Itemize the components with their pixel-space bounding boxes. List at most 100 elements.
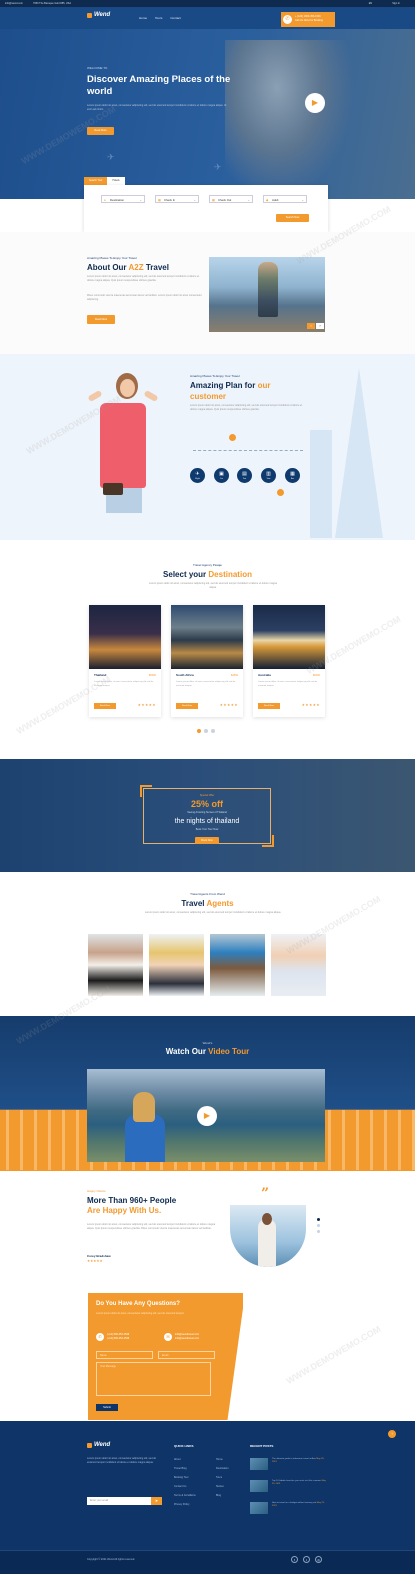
send-icon[interactable]: ➤ xyxy=(151,1497,162,1505)
footer-link[interactable]: Home xyxy=(216,1458,223,1461)
chevron-down-icon: ⌄ xyxy=(247,198,250,202)
footer-link[interactable]: Privacy Policy xyxy=(174,1503,190,1506)
video-subtitle: Wend's xyxy=(202,1041,213,1045)
topbar-email[interactable]: info@wend.com xyxy=(5,2,23,5)
check-in-select[interactable]: ▦ Check In ⌄ xyxy=(155,195,199,203)
pagination-dot[interactable] xyxy=(317,1224,320,1227)
book-now-button[interactable]: Book Now xyxy=(258,703,280,709)
agent-photo[interactable] xyxy=(88,934,143,996)
hiker-figure xyxy=(258,262,278,317)
footer-link[interactable]: Terms & Conditions xyxy=(174,1494,196,1497)
destination-title-text: Select your xyxy=(163,570,207,579)
search-now-button[interactable]: Search Now xyxy=(276,214,309,222)
facebook-icon[interactable]: f xyxy=(291,1556,298,1563)
menu-item-home[interactable]: Home xyxy=(139,16,147,20)
arrow-right-icon[interactable]: › xyxy=(316,323,324,329)
hero-read-more-button[interactable]: Read More xyxy=(87,127,114,135)
name-input[interactable]: Name xyxy=(96,1351,153,1359)
about-read-more-button[interactable]: Read More xyxy=(87,315,115,324)
agents-title-text: Travel xyxy=(181,899,205,908)
scroll-top-icon[interactable]: ↑ xyxy=(388,1430,396,1438)
destination-card[interactable]: Thailand $5000 Lorem ipsum dolor sit ame… xyxy=(89,605,161,717)
topbar-address: 7050 The Baroque Gold 885, USA xyxy=(32,2,72,5)
hero-play-button[interactable]: ▶ xyxy=(305,93,325,113)
arrow-left-icon[interactable]: ‹ xyxy=(307,323,315,329)
flight-icon[interactable]: ✈ Flight xyxy=(190,468,205,483)
plan-title-accent: our xyxy=(257,381,271,390)
thailand-image xyxy=(89,605,161,669)
plan-subtitle: Amazing Places To Enjoy Your Travel xyxy=(190,374,240,378)
star-rating: ★★★★★ xyxy=(219,703,238,707)
play-icon: ▶ xyxy=(311,98,319,107)
submit-button[interactable]: Submit xyxy=(96,1404,118,1411)
card-price: $5000 xyxy=(149,674,156,677)
girl-face xyxy=(120,379,135,397)
footer-logo[interactable]: Wend xyxy=(87,1442,110,1448)
post-thumbnail[interactable] xyxy=(250,1480,268,1492)
pagination-dot[interactable] xyxy=(211,729,215,733)
pagination-dot[interactable] xyxy=(317,1230,320,1233)
agents-subtitle: Travel Agents From Wend xyxy=(190,892,225,896)
about-paragraph-2: Risus commodo viverra maecenas accumsan … xyxy=(87,294,202,301)
destination-select[interactable]: ● Destination ⌄ xyxy=(101,195,145,203)
agent-photo[interactable] xyxy=(149,934,204,996)
car-icon[interactable]: ▣ Car xyxy=(214,468,229,483)
agent-photo[interactable] xyxy=(210,934,265,996)
footer-link[interactable]: Tours xyxy=(216,1476,222,1479)
topbar-lang[interactable]: EN xyxy=(369,2,372,5)
video-play-button[interactable]: ▶ xyxy=(197,1106,217,1126)
offer-line: Seeing Amazing Sunset of Thailand xyxy=(187,811,227,814)
twitter-icon[interactable]: t xyxy=(303,1556,310,1563)
call-label: Call Us Now For Booking xyxy=(295,19,323,22)
carousel-pagination xyxy=(197,729,215,733)
pagination-dot[interactable] xyxy=(197,729,201,733)
taxi-icon[interactable]: ▤ Taxi xyxy=(237,468,252,483)
check-in-select-value: Check In xyxy=(164,198,176,202)
email-input[interactable]: Email xyxy=(158,1351,215,1359)
video-title: Watch Our Video Tour xyxy=(0,1047,415,1056)
offer-corner xyxy=(262,835,274,847)
post-item[interactable]: The ultimate guide to adventure travel i… xyxy=(272,1458,327,1464)
menu-item-tours[interactable]: Tours xyxy=(155,16,162,20)
footer-link[interactable]: About xyxy=(174,1458,181,1461)
menu-item-contact[interactable]: Contact xyxy=(170,16,180,20)
check-out-select[interactable]: ▦ Check Out ⌄ xyxy=(209,195,253,203)
girl-arm xyxy=(143,389,159,403)
video-traveler-figure xyxy=(125,1092,165,1162)
about-subtitle: Amazing Places To Enjoy Your Travel xyxy=(87,256,137,260)
message-textarea[interactable]: Your Message xyxy=(96,1362,211,1396)
site-logo[interactable]: Wend xyxy=(87,12,110,18)
post-thumbnail[interactable] xyxy=(250,1502,268,1514)
call-box[interactable]: ✆ + (123) 1800-453-1546 Call Us Now For … xyxy=(281,12,335,27)
contact-description: Lorem ipsum dolor sit amet, consectetur … xyxy=(96,1312,185,1315)
post-item[interactable]: How to travel on a budget without missin… xyxy=(272,1502,327,1508)
footer-link[interactable]: Stories xyxy=(216,1485,224,1488)
footer-link[interactable]: Contact Us xyxy=(174,1485,186,1488)
post-item[interactable]: Top 10 hidden beaches you must visit thi… xyxy=(272,1480,327,1486)
train-icon[interactable]: ▥ Train xyxy=(261,468,276,483)
footer-link[interactable]: Blog xyxy=(216,1494,221,1497)
plane-icon: ✈ xyxy=(214,162,222,172)
bus-label: Bus xyxy=(290,478,295,480)
post-thumbnail[interactable] xyxy=(250,1458,268,1470)
pagination-dot[interactable] xyxy=(317,1218,320,1221)
adult-select[interactable]: ◆ Adult ⌄ xyxy=(263,195,307,203)
newsletter-input[interactable]: Enter your email xyxy=(87,1497,151,1505)
footer-link[interactable]: Booking Tour xyxy=(174,1476,189,1479)
instagram-icon[interactable]: ◎ xyxy=(315,1556,322,1563)
offer-book-button[interactable]: Book Now xyxy=(195,837,219,844)
topbar-login[interactable]: Sign In xyxy=(392,2,400,5)
camera-icon xyxy=(103,483,123,495)
book-now-button[interactable]: Book Now xyxy=(94,703,116,709)
destination-card[interactable]: South Africa $4500 Lorem ipsum dolor sit… xyxy=(171,605,243,717)
book-now-button[interactable]: Book Now xyxy=(176,703,198,709)
bus-icon[interactable]: ▦ Bus xyxy=(285,468,300,483)
plane-icon: ✈ xyxy=(107,152,115,162)
footer-link[interactable]: Travel Blog xyxy=(174,1467,187,1470)
eiffel-tower-graphic xyxy=(335,368,383,538)
tab-search-tour[interactable]: Search Tour xyxy=(84,177,108,185)
footer-link[interactable]: Destination xyxy=(216,1467,229,1470)
offer-label: Special Offer xyxy=(199,794,215,797)
pagination-dot[interactable] xyxy=(204,729,208,733)
tab-hotels[interactable]: Hotels xyxy=(107,177,125,185)
